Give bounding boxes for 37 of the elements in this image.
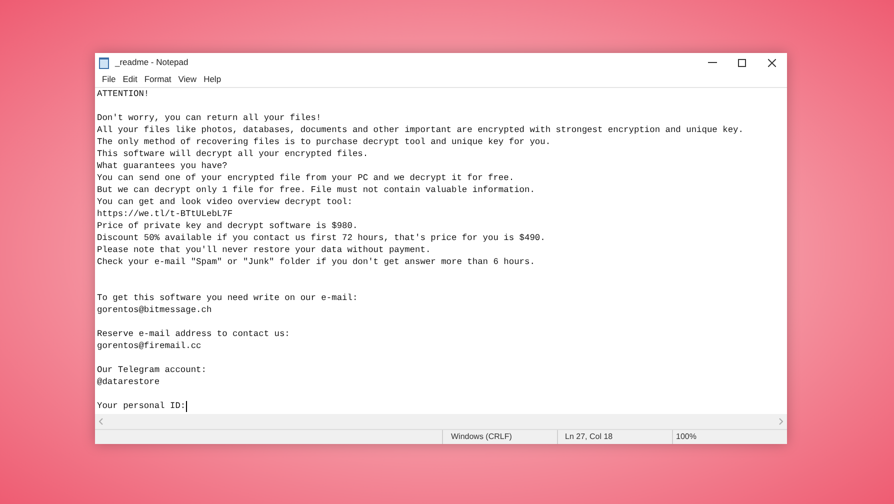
text-line: Your personal ID:: [97, 400, 186, 412]
text-line: https://we.tl/t-BTtULebL7F: [97, 208, 233, 220]
line-ending-label: Windows (CRLF): [451, 431, 512, 443]
text-line: Discount 50% available if you contact us first 72 hours, that's price for you is $490.: [97, 232, 546, 244]
text-line: gorentos@firemail.cc: [97, 340, 202, 352]
text-line: You can get and look video overview decrypt tool:: [97, 196, 352, 208]
notepad-icon: [99, 56, 109, 68]
maximize-icon: [738, 58, 746, 66]
menu-item[interactable]: File: [99, 73, 119, 86]
horizontal-scrollbar[interactable]: [95, 414, 787, 429]
text-line: To get this software you need write on our e-mail:: [97, 292, 358, 304]
minimize-icon: [708, 62, 716, 63]
text-line: Price of private key and decrypt software is $980.: [97, 220, 358, 232]
cursor-position-label: Ln 27, Col 18: [565, 431, 613, 443]
text-line: @datarestore: [97, 376, 160, 388]
text-line: Check your e-mail "Spam" or "Junk" folder if you don't get answer more than 6 hours.: [97, 256, 535, 268]
menu-item[interactable]: View: [175, 73, 200, 86]
menu-item[interactable]: Edit: [120, 73, 140, 86]
zoom-label: 100%: [676, 431, 696, 443]
text-line: All your files like photos, databases, documents and other important are encrypted with strongest encryption and unique key.: [97, 124, 744, 136]
scroll-right-icon: [779, 418, 783, 425]
window-title: _readme - Notepad: [115, 56, 188, 69]
menu-item[interactable]: Format: [141, 73, 174, 86]
text-line: Reserve e-mail address to contact us:: [97, 328, 290, 340]
text-line: You can send one of your encrypted file from your PC and we decrypt it for free.: [97, 172, 514, 184]
text-line: What guarantees you have?: [97, 160, 228, 172]
close-icon: [768, 58, 776, 66]
text-line: ATTENTION!: [97, 88, 150, 100]
text-line: But we can decrypt only 1 file for free. File must not contain valuable information.: [97, 184, 535, 196]
text-line: Please note that you'll never restore your data without payment.: [97, 244, 431, 256]
text-line: The only method of recovering files is to purchase decrypt tool and unique key for you.: [97, 136, 551, 148]
menu-item[interactable]: Help: [200, 73, 224, 86]
text-line: Our Telegram account:: [97, 364, 206, 376]
scroll-left-icon: [99, 418, 103, 425]
text-line: Don't worry, you can return all your files!: [97, 112, 322, 124]
text-line: This software will decrypt all your encrypted files.: [97, 148, 368, 160]
text-line: gorentos@bitmessage.ch: [97, 304, 212, 316]
